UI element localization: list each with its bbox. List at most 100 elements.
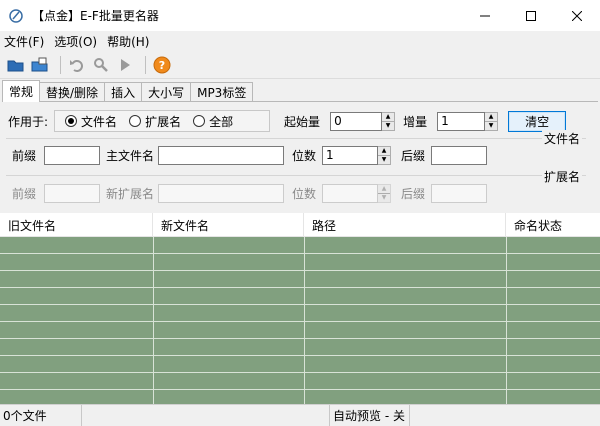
help-button[interactable]: ? [152,55,172,75]
extension-suffix-label: 后缀 [401,186,426,201]
column-old-filename[interactable]: 旧文件名 [0,213,153,237]
radio-extension-label: 扩展名 [145,114,182,129]
app-logo-icon [8,8,24,24]
grid-line [0,355,600,356]
column-rename-status[interactable]: 命名状态 [506,213,600,237]
grid-line [0,270,600,271]
apply-to-radio-group: 文件名 扩展名 全部 [54,110,271,132]
filename-group-border [6,138,586,139]
radio-unselected-icon [129,115,142,127]
filename-prefix-input[interactable] [44,145,101,165]
grid-line [153,237,154,404]
spin-up-icon[interactable]: ▲ [382,112,395,121]
menu-help[interactable]: 帮助(H) [107,33,149,50]
play-icon [121,58,130,71]
grid-line [0,287,600,288]
toolbar-separator [145,55,146,74]
start-value-stepper[interactable]: 0 ▲ ▼ [330,111,396,131]
tab-general[interactable]: 常规 [2,80,41,102]
grid-line [0,321,600,322]
minimize-button[interactable] [462,0,508,31]
help-icon: ? [153,56,171,73]
new-extension-label: 新扩展名 [106,186,155,201]
file-list-header: 旧文件名 新文件名 路径 命名状态 [0,213,600,237]
extension-digits-input[interactable] [322,183,379,203]
extension-suffix-input[interactable] [431,183,488,203]
apply-to-label: 作用于: [8,114,49,129]
spin-up-icon[interactable]: ▲ [378,184,391,193]
window-title: 【点金】E-F批量更名器 [32,9,159,23]
tab-case[interactable]: 大小写 [141,82,192,102]
main-filename-label: 主文件名 [106,148,155,163]
toolbar: ? [0,51,600,79]
column-path[interactable]: 路径 [304,213,506,237]
radio-unselected-icon [193,115,206,127]
minimize-icon [480,15,490,16]
filename-digits-input[interactable]: 1 [322,145,379,165]
open-files-icon [31,57,48,71]
radio-extension[interactable]: 扩展名 [129,113,181,130]
clear-button[interactable]: 清空 [508,110,567,132]
filename-suffix-input[interactable] [431,145,488,165]
increment-label: 增量 [403,114,428,129]
start-value-input[interactable]: 0 [330,111,383,131]
start-value-label: 起始量 [284,114,321,129]
extension-prefix-input[interactable] [44,183,101,203]
title-bar: 【点金】E-F批量更名器 [0,0,600,31]
extension-group-border [6,175,586,176]
tab-insert[interactable]: 插入 [104,82,143,102]
close-button[interactable] [554,0,600,31]
grid-line [0,338,600,339]
filename-prefix-label: 前缀 [12,148,37,163]
radio-all-label: 全部 [209,114,234,129]
filename-suffix-label: 后缀 [401,148,426,163]
grid-line [0,304,600,305]
radio-filename-label: 文件名 [81,114,118,129]
svg-text:?: ? [159,59,165,72]
filename-digits-stepper[interactable]: 1 ▲ ▼ [322,145,392,165]
spin-down-icon[interactable]: ▼ [382,120,395,130]
radio-all[interactable]: 全部 [193,113,233,130]
file-list[interactable] [0,237,600,404]
increment-stepper[interactable]: 1 ▲ ▼ [437,111,499,131]
grid-line [0,372,600,373]
spin-up-icon[interactable]: ▲ [378,146,391,155]
grid-line [0,253,600,254]
maximize-button[interactable] [508,0,554,31]
tab-mp3-tags[interactable]: MP3标签 [190,82,254,102]
grid-line [506,237,507,404]
spin-down-icon[interactable]: ▼ [378,192,391,202]
maximize-icon [526,10,536,21]
spin-down-icon[interactable]: ▼ [485,120,498,130]
open-folder-button[interactable] [6,55,26,75]
filename-digits-label: 位数 [292,148,317,163]
tab-strip: 常规 替换/删除 插入 大小写 MP3标签 [2,80,254,102]
menu-bar: 文件(F) 选项(O) 帮助(H) [0,31,600,51]
grid-line [304,237,305,404]
radio-filename[interactable]: 文件名 [65,113,117,130]
run-button[interactable] [115,55,135,75]
main-filename-input[interactable] [158,145,285,165]
radio-selected-icon [65,115,78,127]
general-tab-panel: 作用于: 文件名 扩展名 全部 起始量 0 ▲ ▼ 增量 1 ▲ ▼ 清空 文件… [2,101,598,211]
spin-up-icon[interactable]: ▲ [485,112,498,121]
new-extension-input[interactable] [158,183,285,203]
menu-file[interactable]: 文件(F) [4,33,44,50]
increment-input[interactable]: 1 [437,111,486,131]
file-count-status: 0个文件 [0,404,82,426]
auto-preview-status[interactable]: 自动预览 - 关 [330,404,410,426]
status-spacer [82,404,330,426]
undo-icon [70,59,83,72]
open-files-button[interactable] [30,55,50,75]
undo-button[interactable] [67,55,87,75]
search-button[interactable] [91,55,111,75]
column-new-filename[interactable]: 新文件名 [153,213,304,237]
grid-line [0,389,600,390]
menu-options[interactable]: 选项(O) [54,33,97,50]
extension-prefix-label: 前缀 [12,186,37,201]
extension-digits-stepper[interactable]: ▲ ▼ [322,183,392,203]
spin-down-icon[interactable]: ▼ [378,154,391,164]
tab-replace-delete[interactable]: 替换/删除 [39,82,106,102]
status-bar: 0个文件 自动预览 - 关 [0,404,600,426]
open-folder-icon [7,60,24,71]
